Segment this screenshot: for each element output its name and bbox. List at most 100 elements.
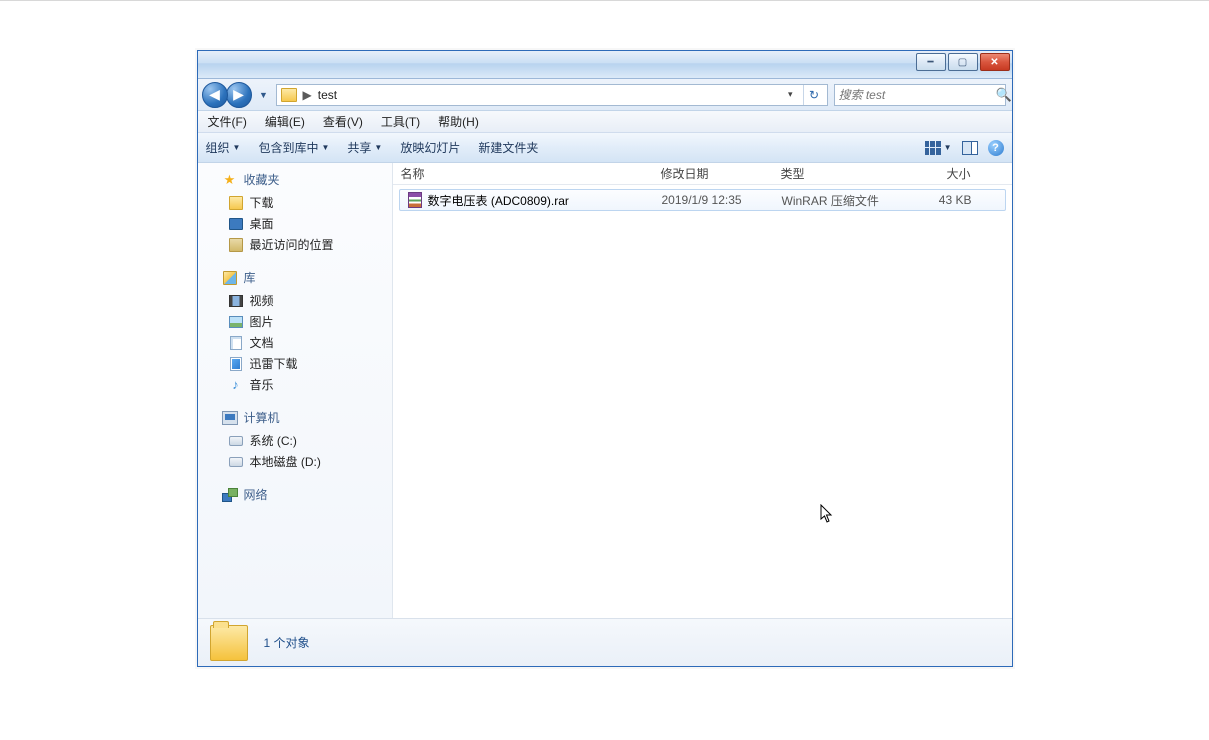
sidebar-head-favorites[interactable]: ★ 收藏夹 <box>206 169 390 190</box>
refresh-icon: ↻ <box>809 88 819 102</box>
preview-pane-toggle[interactable] <box>962 141 978 155</box>
thunder-icon <box>230 357 242 371</box>
arrow-right-icon: ▶ <box>233 86 244 103</box>
sidebar-head-computer[interactable]: 计算机 <box>206 407 390 428</box>
back-button[interactable]: ◀ <box>202 82 228 108</box>
file-size: 43 KB <box>912 193 972 207</box>
explorer-window: ━ ▢ ✕ ◀ ▶ ▼ ▶ test ▾ ↻ 🔍 <box>197 50 1013 667</box>
sidebar-item-music[interactable]: ♪ 音乐 <box>206 374 390 395</box>
sidebar-item-label: 图片 <box>250 313 274 330</box>
menu-file[interactable]: 文件(F) <box>204 111 251 132</box>
sidebar-item-desktop[interactable]: 桌面 <box>206 213 390 234</box>
view-mode-button[interactable]: ▼ <box>925 141 952 155</box>
search-box[interactable]: 🔍 <box>834 84 1006 106</box>
file-row[interactable]: 数字电压表 (ADC0809).rar 2019/1/9 12:35 WinRA… <box>399 189 1006 211</box>
history-dropdown[interactable]: ▼ <box>258 82 270 108</box>
organize-label: 组织 <box>206 139 230 156</box>
menu-bar: 文件(F) 编辑(E) 查看(V) 工具(T) 帮助(H) <box>198 111 1012 133</box>
close-button[interactable]: ✕ <box>980 53 1010 71</box>
column-header-type[interactable]: 类型 <box>781 165 911 182</box>
share-label: 共享 <box>347 139 371 156</box>
sidebar-item-label: 音乐 <box>250 376 274 393</box>
sidebar-group-computer: 计算机 系统 (C:) 本地磁盘 (D:) <box>206 407 390 472</box>
sidebar-item-label: 系统 (C:) <box>250 432 297 449</box>
address-bar[interactable]: ▶ test ▾ ↻ <box>276 84 828 106</box>
document-icon <box>230 336 242 350</box>
computer-icon <box>222 411 238 425</box>
forward-button[interactable]: ▶ <box>226 82 252 108</box>
star-icon: ★ <box>222 172 238 188</box>
close-icon: ✕ <box>990 57 998 68</box>
maximize-icon: ▢ <box>958 57 967 68</box>
help-icon: ? <box>992 142 999 154</box>
menu-view[interactable]: 查看(V) <box>319 111 367 132</box>
titlebar: ━ ▢ ✕ <box>198 51 1012 79</box>
sidebar-group-libraries: 库 视频 图片 文档 迅雷下载 <box>206 267 390 395</box>
sidebar-item-drive-c[interactable]: 系统 (C:) <box>206 430 390 451</box>
refresh-button[interactable]: ↻ <box>803 85 825 105</box>
include-label: 包含到库中 <box>258 139 318 156</box>
libraries-icon <box>223 271 237 285</box>
address-dropdown[interactable]: ▾ <box>784 89 797 100</box>
sidebar-item-documents[interactable]: 文档 <box>206 332 390 353</box>
details-pane: 1 个对象 <box>198 618 1012 666</box>
sidebar-label: 计算机 <box>244 409 280 426</box>
slideshow-button[interactable]: 放映幻灯片 <box>400 139 460 156</box>
sidebar-group-network: 网络 <box>206 484 390 505</box>
organize-button[interactable]: 组织▼ <box>206 139 241 156</box>
breadcrumb-current[interactable]: test <box>318 88 337 102</box>
sidebar-item-videos[interactable]: 视频 <box>206 290 390 311</box>
command-bar: 组织▼ 包含到库中▼ 共享▼ 放映幻灯片 新建文件夹 ▼ ? <box>198 133 1012 163</box>
sidebar-label: 收藏夹 <box>244 171 280 188</box>
help-button[interactable]: ? <box>988 140 1004 156</box>
downloads-icon <box>229 196 243 210</box>
new-folder-label: 新建文件夹 <box>478 139 538 156</box>
menu-tools[interactable]: 工具(T) <box>377 111 424 132</box>
sidebar-item-downloads[interactable]: 下载 <box>206 192 390 213</box>
sidebar-item-recent[interactable]: 最近访问的位置 <box>206 234 390 255</box>
arrow-left-icon: ◀ <box>209 86 220 103</box>
folder-icon <box>281 88 297 102</box>
body: ★ 收藏夹 下载 桌面 最近访问的位置 <box>198 163 1012 618</box>
sidebar-item-pictures[interactable]: 图片 <box>206 311 390 332</box>
navigation-bar: ◀ ▶ ▼ ▶ test ▾ ↻ 🔍 <box>198 79 1012 111</box>
new-folder-button[interactable]: 新建文件夹 <box>478 139 538 156</box>
rar-archive-icon <box>408 192 422 208</box>
sidebar-item-thunder-download[interactable]: 迅雷下载 <box>206 353 390 374</box>
network-icon <box>222 488 238 502</box>
search-input[interactable] <box>839 88 996 102</box>
sidebar-item-label: 迅雷下载 <box>250 355 298 372</box>
music-icon: ♪ <box>228 377 244 393</box>
slideshow-label: 放映幻灯片 <box>400 139 460 156</box>
sidebar-head-network[interactable]: 网络 <box>206 484 390 505</box>
column-header-name[interactable]: 名称 <box>401 165 661 182</box>
view-grid-icon <box>925 141 941 155</box>
include-in-library-button[interactable]: 包含到库中▼ <box>258 139 329 156</box>
sidebar-label: 库 <box>244 269 256 286</box>
share-button[interactable]: 共享▼ <box>347 139 382 156</box>
file-type: WinRAR 压缩文件 <box>782 192 912 209</box>
sidebar-item-label: 本地磁盘 (D:) <box>250 453 321 470</box>
sidebar-label: 网络 <box>244 486 268 503</box>
minimize-button[interactable]: ━ <box>916 53 946 71</box>
maximize-button[interactable]: ▢ <box>948 53 978 71</box>
drive-icon <box>229 436 243 446</box>
menu-help[interactable]: 帮助(H) <box>434 111 483 132</box>
minimize-icon: ━ <box>927 57 933 68</box>
object-count: 1 个对象 <box>264 634 310 651</box>
navigation-pane: ★ 收藏夹 下载 桌面 最近访问的位置 <box>198 163 393 618</box>
video-icon <box>229 295 243 307</box>
column-header-size[interactable]: 大小 <box>911 165 971 182</box>
sidebar-item-label: 视频 <box>250 292 274 309</box>
file-name: 数字电压表 (ADC0809).rar <box>428 192 569 209</box>
sidebar-head-libraries[interactable]: 库 <box>206 267 390 288</box>
chevron-down-icon: ▼ <box>321 143 329 152</box>
pictures-icon <box>229 316 243 328</box>
sidebar-item-drive-d[interactable]: 本地磁盘 (D:) <box>206 451 390 472</box>
menu-edit[interactable]: 编辑(E) <box>261 111 309 132</box>
file-list-pane: 名称 修改日期 类型 大小 数字电压表 (ADC0809).rar 2019/1… <box>393 163 1012 618</box>
chevron-down-icon: ▼ <box>233 143 241 152</box>
column-header-date[interactable]: 修改日期 <box>661 165 781 182</box>
desktop-icon <box>229 218 243 230</box>
search-icon: 🔍 <box>996 87 1012 103</box>
